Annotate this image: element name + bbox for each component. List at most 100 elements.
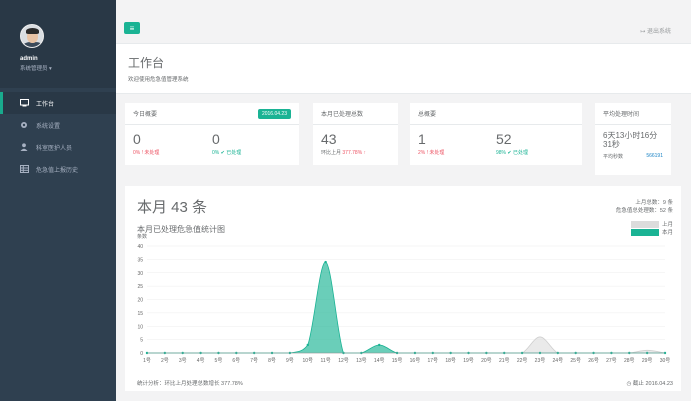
sidebar-item-settings[interactable]: 系统设置 [0, 114, 116, 136]
x-tick-label: 29号 [642, 358, 653, 364]
x-tick-label: 7号 [250, 358, 258, 364]
sidebar-item-label: 工作台 [36, 101, 55, 108]
x-tick-label: 5号 [215, 358, 223, 364]
y-tick-label: 40 [137, 244, 143, 250]
logout-link[interactable]: ↦ 退出系统 [640, 26, 671, 35]
date-badge: 2016.04.23 [257, 108, 291, 119]
x-tick-label: 30号 [660, 358, 671, 364]
x-tick-label: 2号 [161, 358, 169, 364]
sidebar-item-history[interactable]: 危急值上报历史 [0, 158, 116, 180]
gear-icon [18, 121, 30, 129]
x-tick-label: 1号 [143, 358, 151, 364]
overview-unprocessed-label: 未处理 [429, 150, 445, 156]
menu-toggle-button[interactable]: ≡ [124, 22, 140, 34]
x-tick-label: 10号 [302, 358, 313, 364]
sidebar-item-dashboard[interactable]: 工作台 [0, 92, 116, 114]
page-title: 工作台 [128, 56, 165, 70]
x-tick-label: 4号 [197, 358, 205, 364]
sidebar-item-label: 危急值上报历史 [36, 167, 79, 174]
table-icon [18, 165, 30, 173]
sidebar-item-label: 系统设置 [36, 123, 61, 130]
month-total-title: 本月已处理总数 [321, 112, 364, 118]
avg-time-title: 平均处理时间 [603, 112, 640, 118]
footer-cutoff: ◷ 截止 2016.04.23 [626, 381, 673, 387]
y-tick-label: 5 [140, 338, 143, 344]
today-summary-title: 今日概要 [133, 112, 158, 118]
monitor-icon [18, 99, 30, 107]
overview-unprocessed-value: 1 [418, 131, 426, 147]
check-icon: ✔ [507, 150, 512, 156]
page-subtitle: 欢迎使用危急值管理系统 [128, 77, 189, 83]
chart-panel: 本月 43 条 上月总数：9 条 危急值总处理数：52 条 上月 本月 本月已处… [125, 186, 681, 391]
avg-seconds-value: 566191 [646, 153, 663, 159]
x-tick-label: 27号 [606, 358, 617, 364]
x-tick-label: 11号 [321, 358, 331, 364]
avg-time-box: 平均处理时间 6天13小时16分31秒 平均秒数 566191 [595, 103, 671, 175]
month-total-value: 43 [321, 131, 337, 147]
x-tick-label: 8号 [268, 358, 276, 364]
overview-box: 总概要 1 2% ! 未处理 52 98% ✔ 已处理 [410, 103, 582, 165]
x-tick-label: 12号 [338, 358, 349, 364]
overview-title: 总概要 [418, 112, 437, 118]
x-tick-label: 14号 [374, 358, 385, 364]
x-tick-label: 13号 [356, 358, 367, 364]
y-tick-label: 10 [137, 324, 143, 330]
y-tick-label: 35 [137, 257, 143, 263]
x-tick-label: 20号 [481, 358, 492, 364]
month-compare-value: 377.78% [342, 150, 363, 156]
today-processed-value: 0 [212, 131, 220, 147]
sidebar-item-label: 科室医护人员 [36, 145, 73, 152]
y-tick-label: 15 [137, 311, 143, 317]
avg-seconds-label: 平均秒数 [603, 154, 624, 160]
today-processed-pct: 0% [212, 150, 220, 156]
profile-role-dropdown[interactable]: 系统管理员 ▾ [20, 64, 116, 72]
x-tick-label: 9号 [286, 358, 294, 364]
check-icon: ✔ [220, 150, 225, 156]
user-icon [18, 143, 30, 151]
data-point [378, 343, 381, 347]
sidebar-item-staff[interactable]: 科室医护人员 [0, 136, 116, 158]
month-total-box: 本月已处理总数 43 环比上月 377.78% ↑ [313, 103, 398, 165]
x-tick-label: 23号 [535, 358, 546, 364]
data-point [324, 260, 327, 264]
overview-processed-value: 52 [496, 131, 512, 147]
overview-processed-label: 已处理 [513, 150, 529, 156]
today-summary-box: 今日概要 2016.04.23 0 0% ! 未处理 0 0% ✔ 已处理 [125, 103, 299, 165]
x-tick-label: 18号 [445, 358, 456, 364]
logout-label: 退出系统 [646, 29, 671, 35]
logout-icon: ↦ [640, 29, 646, 35]
page-heading: 工作台 欢迎使用危急值管理系统 [116, 44, 691, 94]
x-tick-label: 24号 [553, 358, 564, 364]
x-tick-label: 21号 [499, 358, 510, 364]
month-compare-label: 环比上月 [321, 150, 342, 156]
arrow-up-icon: ↑ [363, 150, 367, 156]
avatar[interactable] [20, 24, 44, 48]
area-chart: 0 5 10 15 20 25 30 35 40 1号 2号 3号 4号 5号 6号 7号 8号 9号 10号 11号… [137, 244, 671, 364]
x-tick-label: 16号 [410, 358, 421, 364]
x-tick-label: 25号 [570, 358, 581, 364]
today-unprocessed-value: 0 [133, 131, 141, 147]
avg-time-value: 6天13小时16分31秒 [603, 131, 658, 149]
today-processed-label: 已处理 [226, 150, 242, 156]
y-tick-label: 25 [137, 284, 143, 290]
data-point [306, 343, 309, 347]
warning-icon: ! [426, 150, 429, 156]
x-tick-label: 19号 [463, 358, 474, 364]
sidebar-profile: admin 系统管理员 ▾ [0, 0, 116, 88]
y-tick-label: 0 [140, 351, 143, 357]
today-unprocessed-pct: 0% [133, 150, 141, 156]
overview-processed-pct: 98% [496, 150, 507, 156]
x-tick-label: 28号 [624, 358, 635, 364]
y-tick-label: 30 [137, 271, 143, 277]
x-tick-label: 6号 [232, 358, 240, 364]
sidebar-nav: 工作台 系统设置 科室医护人员 危急值上报历史 [0, 92, 116, 180]
x-tick-label: 17号 [428, 358, 439, 364]
sidebar: admin 系统管理员 ▾ 工作台 系统设置 科室医护人员 危急值上报历史 [0, 0, 116, 401]
y-tick-label: 20 [137, 298, 143, 304]
x-tick-label: 3号 [179, 358, 187, 364]
x-tick-label: 22号 [517, 358, 528, 364]
today-unprocessed-label: 未处理 [144, 150, 160, 156]
overview-unprocessed-pct: 2% [418, 150, 426, 156]
footer-analysis: 统计分析：环比上月处理总数增长 377.78% [137, 381, 243, 387]
warning-icon: ! [141, 150, 144, 156]
